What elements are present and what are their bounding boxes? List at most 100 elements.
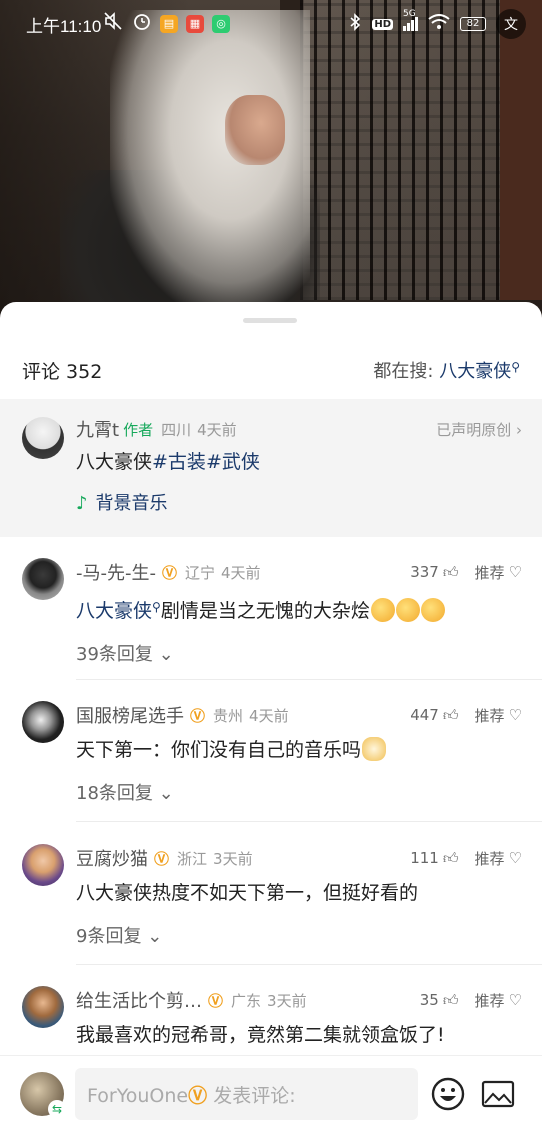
comment-text: 天下第一：你们没有自己的音乐吗 (76, 737, 522, 763)
search-icon: ⚲ (152, 600, 161, 614)
trending-search[interactable]: 都在搜: 八大豪侠⚲ (373, 357, 520, 383)
comment-author-name[interactable]: 豆腐炒猫 (76, 845, 148, 871)
author-badge: 作者 (123, 420, 154, 439)
search-keyword-link[interactable]: 八大豪侠 (76, 600, 152, 622)
vip-icon: Ⓥ (190, 706, 206, 725)
heart-icon: ♡ (508, 563, 522, 581)
like-button[interactable]: 111 👍︎ (410, 849, 458, 868)
cat-emoji-icon (362, 737, 387, 761)
video-frame-hair (110, 10, 310, 310)
comment-location: 贵州 (213, 706, 244, 725)
trending-search-prefix: 都在搜: (373, 361, 434, 382)
thumbs-up-icon: 👍︎ (442, 848, 459, 867)
comment-time: 3天前 (213, 849, 253, 868)
comment-time: 4天前 (197, 420, 237, 439)
search-icon: ⚲ (511, 360, 520, 374)
divider (76, 821, 542, 822)
wifi-icon (428, 14, 450, 34)
original-declaration[interactable]: 已声明原创 › (436, 419, 522, 440)
alarm-icon (132, 11, 152, 36)
author-post[interactable]: 九霄t 作者 四川 4天前 已声明原创 › 八大豪侠#古装#武侠 ♪ 背景音乐 (0, 399, 542, 537)
hashtag-link[interactable]: #古装 (152, 451, 206, 473)
music-note-icon: ♪ (76, 493, 88, 514)
heart-icon: ♡ (508, 706, 522, 724)
comment-time: 4天前 (221, 563, 261, 582)
comment-count-title: 评论 352 (22, 360, 103, 383)
avatar[interactable] (22, 417, 64, 459)
comment-author-name[interactable]: 国服榜尾选手 (76, 702, 184, 728)
video-player[interactable] (0, 0, 542, 320)
thumbs-up-icon: 👍︎ (442, 990, 459, 1009)
vip-icon: Ⓥ (208, 991, 224, 1010)
chevron-down-icon: ⌄ (147, 926, 163, 947)
video-frame-face (225, 95, 285, 165)
divider (76, 679, 542, 680)
comment-author-name[interactable]: -马-先-生- (76, 559, 156, 585)
status-bar: 上午11:10 ▤ ▦ ◎ HD 5G 82 文 (0, 0, 542, 44)
video-frame-window (300, 0, 500, 300)
hashtag-link[interactable]: #武侠 (206, 451, 260, 473)
recommend-button[interactable]: 推荐 ♡ (475, 848, 522, 869)
battery-icon: 82 (460, 17, 486, 31)
app-notification-icon-2: ▦ (186, 14, 204, 33)
heart-icon: ♡ (508, 991, 522, 1009)
avatar[interactable] (22, 844, 64, 886)
vip-icon: Ⓥ (154, 849, 170, 868)
comment-location: 辽宁 (185, 563, 216, 582)
comment-author-name[interactable]: 九霄t (76, 416, 119, 442)
like-button[interactable]: 447 👍︎ (410, 706, 458, 725)
laughing-emoji-icon (395, 598, 420, 622)
status-notification-icons: ▤ ▦ ◎ (104, 11, 230, 36)
comment-author-name[interactable]: 给生活比个剪… (76, 987, 202, 1013)
bluetooth-icon (348, 13, 362, 35)
trending-search-keyword[interactable]: 八大豪侠 (439, 361, 511, 382)
comment-text: 我最喜欢的冠希哥，竟然第二集就领盒饭了! (76, 1024, 445, 1046)
avatar[interactable] (22, 701, 64, 743)
comment-location: 四川 (161, 420, 192, 439)
heart-icon: ♡ (508, 849, 522, 867)
translate-button[interactable]: 文 (496, 9, 526, 39)
vip-icon: Ⓥ (188, 1085, 208, 1107)
status-system-icons: HD 5G 82 文 (348, 9, 526, 39)
thumbs-up-icon: 👍︎ (442, 562, 459, 581)
view-replies-button[interactable]: 18条回复 ⌄ (76, 779, 522, 805)
background-music-link[interactable]: ♪ 背景音乐 (76, 489, 522, 515)
divider (76, 964, 542, 965)
laughing-emoji-icon (420, 598, 445, 622)
author-post-text: 八大豪侠#古装#武侠 (76, 449, 522, 475)
post-text-plain: 八大豪侠 (76, 451, 153, 473)
view-replies-button[interactable]: 9条回复 ⌄ (76, 922, 522, 948)
laughing-emoji-icon (370, 598, 395, 622)
emoji-picker-icon[interactable] (430, 1076, 466, 1112)
recommend-button[interactable]: 推荐 ♡ (475, 705, 522, 726)
comment-location: 浙江 (177, 849, 208, 868)
comment-input-bar: ⇆ ForYouOneⓋ 发表评论: (0, 1055, 542, 1127)
chevron-down-icon: ⌄ (158, 783, 174, 804)
vip-icon: Ⓥ (161, 563, 177, 582)
background-music-label: 背景音乐 (95, 493, 168, 514)
image-upload-icon[interactable] (480, 1076, 516, 1112)
my-avatar[interactable]: ⇆ (20, 1072, 66, 1118)
sheet-drag-handle[interactable] (243, 318, 297, 323)
cellular-signal-icon: 5G (403, 9, 418, 31)
like-button[interactable]: 337 👍︎ (410, 563, 458, 582)
chevron-down-icon: ⌄ (158, 644, 174, 665)
like-button[interactable]: 35 👍︎ (420, 991, 459, 1010)
hd-icon: HD (372, 18, 393, 30)
comment-time: 3天前 (267, 991, 307, 1010)
avatar[interactable] (22, 558, 64, 600)
comment-input[interactable]: ForYouOneⓋ 发表评论: (75, 1068, 418, 1120)
mute-icon (104, 12, 124, 35)
comment-text: 八大豪侠⚲剧情是当之无愧的大杂烩 (76, 594, 522, 624)
video-frame-pillar (500, 0, 542, 300)
comment-time: 4天前 (249, 706, 289, 725)
recommend-button[interactable]: 推荐 ♡ (475, 562, 522, 583)
comment-header: 评论 352 都在搜: 八大豪侠⚲ (22, 352, 520, 388)
avatar[interactable] (22, 986, 64, 1028)
switch-account-icon[interactable]: ⇆ (48, 1100, 66, 1118)
network-type: 5G (403, 9, 416, 19)
recommend-button[interactable]: 推荐 ♡ (475, 990, 522, 1011)
comment-sheet: 评论 352 都在搜: 八大豪侠⚲ 九霄t 作者 四川 4天前 已声明原创 › … (0, 302, 542, 1127)
comment-text: 八大豪侠热度不如天下第一，但挺好看的 (76, 882, 419, 904)
view-replies-button[interactable]: 39条回复 ⌄ (76, 640, 522, 666)
